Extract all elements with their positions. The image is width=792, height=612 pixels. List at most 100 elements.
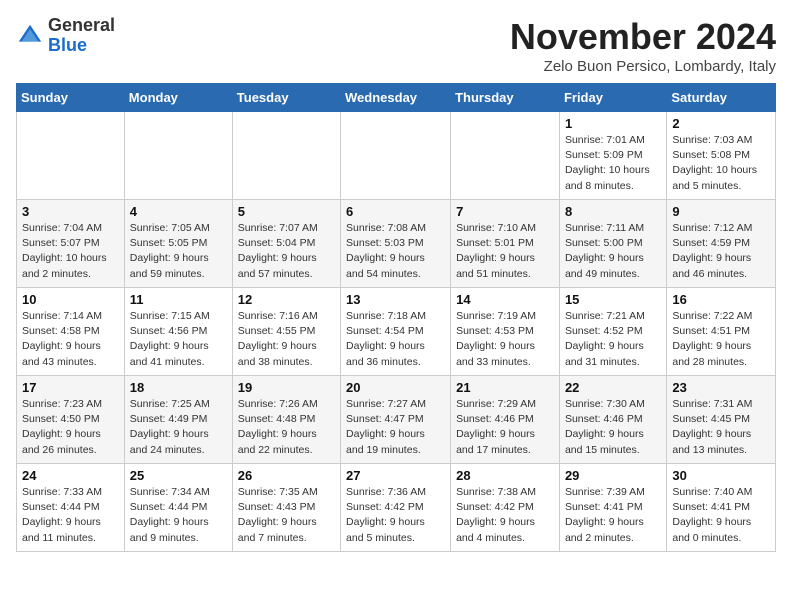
week-row-4: 17 Sunrise: 7:23 AM Sunset: 4:50 PM Dayli… — [17, 376, 776, 464]
location: Zelo Buon Persico, Lombardy, Italy — [510, 58, 776, 75]
day-number: 3 — [22, 204, 119, 219]
day-cell — [341, 112, 451, 200]
day-info: Sunrise: 7:26 AM Sunset: 4:48 PM Dayligh… — [238, 397, 335, 458]
day-cell: 19Sunrise: 7:26 AM Sunset: 4:48 PM Dayli… — [232, 376, 340, 464]
page-header: General Blue November 2024 Zelo Buon Per… — [16, 16, 776, 75]
day-info: Sunrise: 7:36 AM Sunset: 4:42 PM Dayligh… — [346, 485, 445, 546]
day-cell: 16 Sunrise: 7:22 AM Sunset: 4:51 PM Dayli… — [667, 288, 776, 376]
day-info: Sunrise: 7:39 AM Sunset: 4:41 PM Dayligh… — [565, 485, 661, 546]
week-row-1: 1 Sunrise: 7:01 AM Sunset: 5:09 PM Daylig… — [17, 112, 776, 200]
logo-blue: Blue — [48, 35, 87, 55]
day-number: 28 — [456, 468, 554, 483]
day-cell: 11 Sunrise: 7:15 AM Sunset: 4:56 PM Dayli… — [124, 288, 232, 376]
logo-icon — [16, 22, 44, 50]
day-number: 4 — [130, 204, 227, 219]
day-number: 13 — [346, 292, 445, 307]
calendar-table: SundayMondayTuesdayWednesdayThursdayFrid… — [16, 83, 776, 552]
day-info: Sunrise: 7:16 AM Sunset: 4:55 PM Dayligh… — [238, 309, 335, 370]
day-cell: 17 Sunrise: 7:23 AM Sunset: 4:50 PM Dayli… — [17, 376, 125, 464]
day-number: 8 — [565, 204, 661, 219]
logo-general: General — [48, 15, 115, 35]
day-number: 5 — [238, 204, 335, 219]
day-number: 7 — [456, 204, 554, 219]
weekday-header-thursday: Thursday — [451, 84, 560, 112]
day-cell: 13 Sunrise: 7:18 AM Sunset: 4:54 PM Dayli… — [341, 288, 451, 376]
day-cell: 24Sunrise: 7:33 AM Sunset: 4:44 PM Dayli… — [17, 464, 125, 552]
day-cell: 6Sunrise: 7:08 AM Sunset: 5:03 PM Daylig… — [341, 200, 451, 288]
weekday-header-tuesday: Tuesday — [232, 84, 340, 112]
day-cell: 27 Sunrise: 7:36 AM Sunset: 4:42 PM Dayli… — [341, 464, 451, 552]
title-block: November 2024 Zelo Buon Persico, Lombard… — [510, 16, 776, 75]
day-cell: 23Sunrise: 7:31 AM Sunset: 4:45 PM Dayli… — [667, 376, 776, 464]
day-cell: 14 Sunrise: 7:19 AM Sunset: 4:53 PM Dayli… — [451, 288, 560, 376]
day-info: Sunrise: 7:03 AM Sunset: 5:08 PM Dayligh… — [672, 133, 770, 194]
day-number: 1 — [565, 116, 661, 131]
day-cell: 12 Sunrise: 7:16 AM Sunset: 4:55 PM Dayli… — [232, 288, 340, 376]
day-number: 10 — [22, 292, 119, 307]
day-info: Sunrise: 7:29 AM Sunset: 4:46 PM Dayligh… — [456, 397, 554, 458]
day-cell: 26Sunrise: 7:35 AM Sunset: 4:43 PM Dayli… — [232, 464, 340, 552]
day-cell: 8 Sunrise: 7:11 AM Sunset: 5:00 PM Daylig… — [559, 200, 666, 288]
day-number: 16 — [672, 292, 770, 307]
day-info: Sunrise: 7:12 AM Sunset: 4:59 PM Dayligh… — [672, 221, 770, 282]
week-row-3: 10 Sunrise: 7:14 AM Sunset: 4:58 PM Dayli… — [17, 288, 776, 376]
week-row-5: 24Sunrise: 7:33 AM Sunset: 4:44 PM Dayli… — [17, 464, 776, 552]
day-cell: 5Sunrise: 7:07 AM Sunset: 5:04 PM Daylig… — [232, 200, 340, 288]
day-info: Sunrise: 7:35 AM Sunset: 4:43 PM Dayligh… — [238, 485, 335, 546]
day-cell: 25 Sunrise: 7:34 AM Sunset: 4:44 PM Dayli… — [124, 464, 232, 552]
logo: General Blue — [16, 16, 115, 56]
day-number: 20 — [346, 380, 445, 395]
day-info: Sunrise: 7:34 AM Sunset: 4:44 PM Dayligh… — [130, 485, 227, 546]
day-info: Sunrise: 7:21 AM Sunset: 4:52 PM Dayligh… — [565, 309, 661, 370]
day-cell — [124, 112, 232, 200]
day-info: Sunrise: 7:27 AM Sunset: 4:47 PM Dayligh… — [346, 397, 445, 458]
day-info: Sunrise: 7:30 AM Sunset: 4:46 PM Dayligh… — [565, 397, 661, 458]
month-title: November 2024 — [510, 16, 776, 58]
day-number: 23 — [672, 380, 770, 395]
day-number: 21 — [456, 380, 554, 395]
day-number: 27 — [346, 468, 445, 483]
day-cell: 2 Sunrise: 7:03 AM Sunset: 5:08 PM Daylig… — [667, 112, 776, 200]
day-cell: 3 Sunrise: 7:04 AM Sunset: 5:07 PM Daylig… — [17, 200, 125, 288]
logo-text: General Blue — [48, 16, 115, 56]
day-number: 6 — [346, 204, 445, 219]
day-number: 12 — [238, 292, 335, 307]
day-info: Sunrise: 7:18 AM Sunset: 4:54 PM Dayligh… — [346, 309, 445, 370]
day-cell: 7 Sunrise: 7:10 AM Sunset: 5:01 PM Daylig… — [451, 200, 560, 288]
day-cell: 10 Sunrise: 7:14 AM Sunset: 4:58 PM Dayli… — [17, 288, 125, 376]
day-cell: 30Sunrise: 7:40 AM Sunset: 4:41 PM Dayli… — [667, 464, 776, 552]
day-cell: 18Sunrise: 7:25 AM Sunset: 4:49 PM Dayli… — [124, 376, 232, 464]
week-row-2: 3 Sunrise: 7:04 AM Sunset: 5:07 PM Daylig… — [17, 200, 776, 288]
day-number: 25 — [130, 468, 227, 483]
day-number: 22 — [565, 380, 661, 395]
day-cell — [232, 112, 340, 200]
day-info: Sunrise: 7:11 AM Sunset: 5:00 PM Dayligh… — [565, 221, 661, 282]
day-number: 9 — [672, 204, 770, 219]
day-number: 30 — [672, 468, 770, 483]
day-number: 29 — [565, 468, 661, 483]
day-info: Sunrise: 7:19 AM Sunset: 4:53 PM Dayligh… — [456, 309, 554, 370]
day-number: 14 — [456, 292, 554, 307]
day-info: Sunrise: 7:14 AM Sunset: 4:58 PM Dayligh… — [22, 309, 119, 370]
day-number: 2 — [672, 116, 770, 131]
day-cell: 4Sunrise: 7:05 AM Sunset: 5:05 PM Daylig… — [124, 200, 232, 288]
day-cell: 20 Sunrise: 7:27 AM Sunset: 4:47 PM Dayli… — [341, 376, 451, 464]
day-cell: 21 Sunrise: 7:29 AM Sunset: 4:46 PM Dayli… — [451, 376, 560, 464]
weekday-header-wednesday: Wednesday — [341, 84, 451, 112]
day-info: Sunrise: 7:01 AM Sunset: 5:09 PM Dayligh… — [565, 133, 661, 194]
day-number: 11 — [130, 292, 227, 307]
day-number: 15 — [565, 292, 661, 307]
day-cell: 9 Sunrise: 7:12 AM Sunset: 4:59 PM Daylig… — [667, 200, 776, 288]
day-info: Sunrise: 7:04 AM Sunset: 5:07 PM Dayligh… — [22, 221, 119, 282]
day-info: Sunrise: 7:22 AM Sunset: 4:51 PM Dayligh… — [672, 309, 770, 370]
day-cell: 22 Sunrise: 7:30 AM Sunset: 4:46 PM Dayli… — [559, 376, 666, 464]
day-info: Sunrise: 7:23 AM Sunset: 4:50 PM Dayligh… — [22, 397, 119, 458]
day-cell: 15 Sunrise: 7:21 AM Sunset: 4:52 PM Dayli… — [559, 288, 666, 376]
day-cell — [451, 112, 560, 200]
day-info: Sunrise: 7:10 AM Sunset: 5:01 PM Dayligh… — [456, 221, 554, 282]
day-info: Sunrise: 7:33 AM Sunset: 4:44 PM Dayligh… — [22, 485, 119, 546]
day-cell — [17, 112, 125, 200]
day-number: 17 — [22, 380, 119, 395]
weekday-header-row: SundayMondayTuesdayWednesdayThursdayFrid… — [17, 84, 776, 112]
day-info: Sunrise: 7:15 AM Sunset: 4:56 PM Dayligh… — [130, 309, 227, 370]
